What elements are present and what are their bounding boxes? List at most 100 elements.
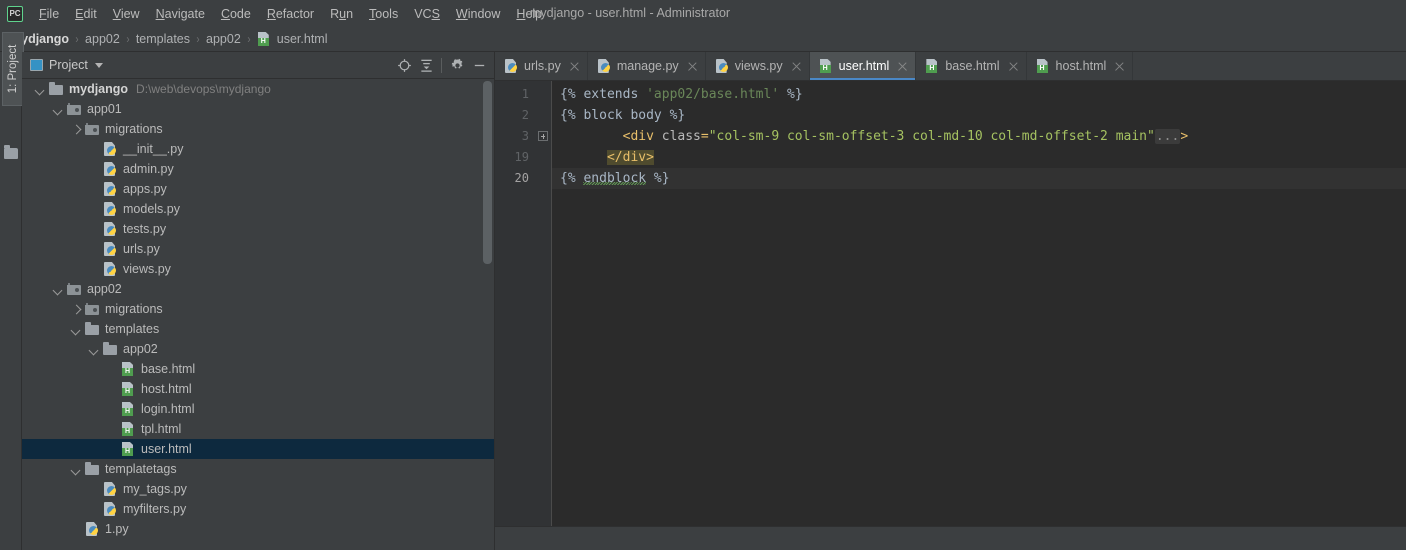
tree-row[interactable]: views.py (22, 259, 494, 279)
menu-item-tools[interactable]: Tools (361, 5, 406, 23)
menu-items-container: File Edit View Navigate Code Refactor Run Tools… (31, 5, 550, 23)
code-token: block (583, 108, 623, 123)
tree-row[interactable]: app02 (22, 339, 494, 359)
menu-item-edit[interactable]: Edit (67, 5, 105, 23)
tree-row[interactable]: apps.py (22, 179, 494, 199)
menu-item-refactor[interactable]: Refactor (259, 5, 322, 23)
menu-item-view[interactable]: View (105, 5, 148, 23)
tree-row[interactable]: 1.py (22, 519, 494, 539)
code-editor[interactable]: 1 2 3 19 20 {% extends 'app02/base.html' %}{… (495, 81, 1406, 526)
tree-row-path: D:\web\devops\mydjango (136, 82, 271, 96)
editor-tab-host-html[interactable]: host.html (1027, 52, 1134, 80)
project-tree[interactable]: mydjango D:\web\devops\mydjango app01 migra… (22, 79, 494, 550)
tool-window-tab-project[interactable]: 1: Project (2, 32, 24, 106)
menu-item-run[interactable]: Run (322, 5, 361, 23)
editor-tab-views-py[interactable]: views.py (706, 52, 810, 80)
python-file-icon (103, 502, 118, 516)
scrollbar-thumb[interactable] (483, 81, 492, 264)
tree-row[interactable]: templatetags (22, 459, 494, 479)
menu-item-code[interactable]: Code (213, 5, 259, 23)
chevron-down-icon[interactable] (53, 104, 64, 115)
python-file-icon (103, 182, 118, 196)
tree-row-label: base.html (141, 362, 196, 376)
chevron-right-icon[interactable] (71, 304, 82, 315)
editor-tab-urls-py[interactable]: urls.py (495, 52, 588, 80)
chevron-down-icon[interactable] (89, 344, 100, 355)
close-icon[interactable] (687, 61, 698, 72)
toolbar-divider (441, 57, 442, 73)
menu-item-navigate[interactable]: Navigate (148, 5, 213, 23)
editor-gutter[interactable]: 1 2 3 19 20 (495, 81, 552, 526)
tree-row[interactable]: templates (22, 319, 494, 339)
editor-tab-user-html[interactable]: user.html (809, 52, 917, 80)
menu-item-window[interactable]: Window (448, 5, 508, 23)
html-file-icon (121, 422, 136, 436)
fold-expand-icon[interactable] (538, 131, 548, 141)
code-line[interactable]: {% block body %} (552, 105, 1406, 126)
tree-row[interactable]: tpl.html (22, 419, 494, 439)
editor-tab-bar[interactable]: urls.py manage.py views.py user.html base.ht… (495, 52, 1406, 81)
menu-item-file[interactable]: File (31, 5, 67, 23)
tree-row[interactable]: host.html (22, 379, 494, 399)
tree-row[interactable]: base.html (22, 359, 494, 379)
code-token: %} (779, 87, 803, 102)
tree-row[interactable]: app02 (22, 279, 494, 299)
locate-in-tree-icon[interactable] (393, 54, 415, 76)
tree-row[interactable]: user.html (22, 439, 494, 459)
breadcrumb-item-templates[interactable]: templates (136, 32, 190, 46)
close-icon[interactable] (1008, 61, 1019, 72)
tree-row[interactable]: migrations (22, 299, 494, 319)
python-file-icon (103, 142, 118, 156)
chevron-down-icon[interactable] (94, 62, 103, 68)
editor-tab-manage-py[interactable]: manage.py (588, 52, 706, 80)
tree-row[interactable]: login.html (22, 399, 494, 419)
tree-row[interactable]: myfilters.py (22, 499, 494, 519)
code-line[interactable]: <div class="col-sm-9 col-sm-offset-3 col… (552, 126, 1406, 147)
tree-row[interactable]: urls.py (22, 239, 494, 259)
tree-row[interactable]: my_tags.py (22, 479, 494, 499)
menu-item-vcs[interactable]: VCS (406, 5, 448, 23)
tree-row[interactable]: __init__.py (22, 139, 494, 159)
tree-row[interactable]: migrations (22, 119, 494, 139)
close-icon[interactable] (791, 61, 802, 72)
tree-row[interactable]: admin.py (22, 159, 494, 179)
editor-tab-base-html[interactable]: base.html (916, 52, 1027, 80)
tree-row-label: app02 (87, 282, 122, 296)
breadcrumb-item-app02[interactable]: app02 (206, 32, 241, 46)
chevron-right-icon[interactable] (71, 124, 82, 135)
chevron-down-icon[interactable] (71, 324, 82, 335)
collapse-all-icon[interactable] (415, 54, 437, 76)
close-icon[interactable] (897, 61, 908, 72)
tree-row[interactable]: tests.py (22, 219, 494, 239)
editor-bottom-filler (495, 526, 1406, 550)
settings-gear-icon[interactable] (446, 54, 468, 76)
close-icon[interactable] (569, 61, 580, 72)
tree-row[interactable]: mydjango D:\web\devops\mydjango (22, 79, 494, 99)
code-line[interactable]: {% endblock %} (552, 168, 1406, 189)
editor-code-content[interactable]: {% extends 'app02/base.html' %} {% block … (552, 81, 1406, 526)
hide-panel-icon[interactable] (468, 54, 490, 76)
tree-row[interactable]: app01 (22, 99, 494, 119)
chevron-down-icon[interactable] (35, 84, 46, 95)
chevron-down-icon[interactable] (53, 284, 64, 295)
tree-row-label: 1.py (105, 522, 129, 536)
close-icon[interactable] (1114, 61, 1125, 72)
folder-icon (85, 462, 100, 476)
project-panel-scrollbar[interactable] (483, 81, 492, 547)
breadcrumb-item-app02[interactable]: app02 (85, 32, 120, 46)
html-file-icon (819, 59, 834, 73)
code-line[interactable]: {% extends 'app02/base.html' %} (552, 84, 1406, 105)
python-file-icon (504, 59, 519, 73)
tree-row-label: app01 (87, 102, 122, 116)
chevron-down-icon[interactable] (71, 464, 82, 475)
tree-row[interactable]: models.py (22, 199, 494, 219)
breadcrumb-list: mydjango›app02›templates›app02›user.html (10, 32, 328, 46)
code-line[interactable]: </div> (552, 147, 1406, 168)
tool-window-tab-label: 1: Project (7, 44, 19, 94)
breadcrumb-item-user-html[interactable]: user.html (257, 32, 328, 46)
code-token: </div> (606, 150, 654, 165)
